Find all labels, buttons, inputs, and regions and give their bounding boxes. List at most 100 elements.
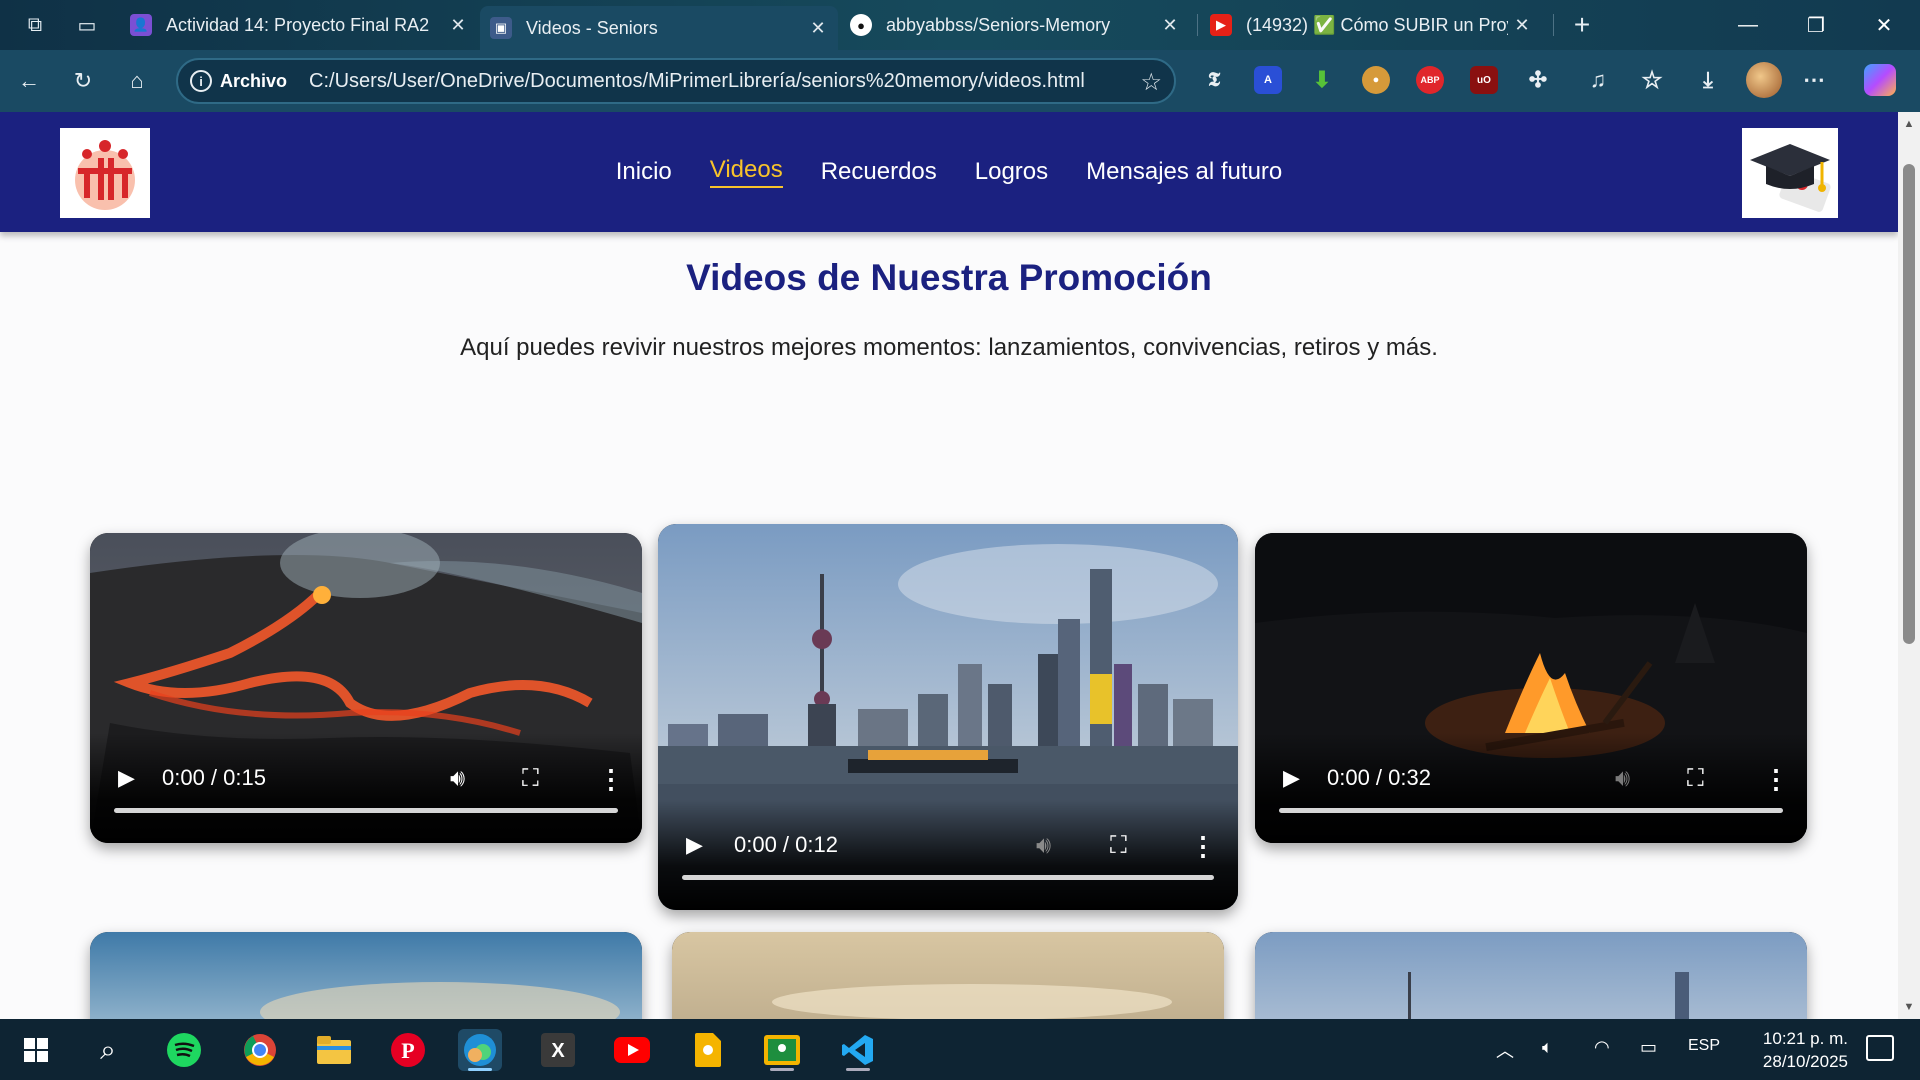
volume-muted-icon[interactable]: 🔊︎ <box>1036 832 1051 860</box>
more-options-icon[interactable]: ⋮ <box>1763 764 1789 795</box>
home-icon[interactable]: ⌂ <box>120 64 154 98</box>
windows-start-icon[interactable] <box>14 1029 58 1071</box>
language-indicator[interactable]: ESP <box>1688 1037 1720 1055</box>
spotify-icon[interactable] <box>162 1029 206 1071</box>
battery-icon[interactable]: ▭ <box>1640 1037 1657 1058</box>
close-icon[interactable]: ✕ <box>1156 15 1184 36</box>
tab-github[interactable]: ● abbyabbss/Seniors-Memory ✕ <box>840 6 1190 44</box>
x-icon[interactable]: X <box>536 1029 580 1071</box>
wifi-icon[interactable]: ◠ <box>1594 1037 1610 1058</box>
edge-icon[interactable] <box>458 1029 502 1071</box>
window-close-icon[interactable]: ✕ <box>1854 0 1914 50</box>
tab-youtube[interactable]: ▶ (14932) ✅ Cómo SUBIR un Proye ✕ <box>1200 6 1542 44</box>
youtube-icon[interactable] <box>610 1029 654 1071</box>
favorite-star-icon[interactable]: ☆ <box>1140 68 1162 97</box>
puzzle-icon[interactable]: ✣ <box>1524 66 1552 94</box>
video-progress-bar[interactable] <box>1279 808 1783 813</box>
fullscreen-icon[interactable]: ⛶ <box>522 765 539 793</box>
nav-mensajes-al-futuro[interactable]: Mensajes al futuro <box>1086 158 1282 186</box>
nav-inicio[interactable]: Inicio <box>616 158 672 186</box>
address-url[interactable]: C:/Users/User/OneDrive/Documentos/MiPrim… <box>309 70 1085 93</box>
more-options-icon[interactable]: ⋮ <box>598 764 624 795</box>
search-icon[interactable]: ⌕ <box>86 1029 130 1071</box>
more-menu-icon[interactable]: ⋯ <box>1800 66 1828 94</box>
video-player-row2-2[interactable] <box>672 932 1224 1019</box>
site-navbar: Inicio Videos Recuerdos Logros Mensajes … <box>0 112 1898 232</box>
adblock-icon[interactable]: ABP <box>1416 66 1444 94</box>
play-icon[interactable]: ▶ <box>118 765 135 791</box>
github-icon: ● <box>850 14 872 36</box>
play-icon[interactable]: ▶ <box>1283 765 1300 791</box>
app-running-indicator <box>846 1068 870 1071</box>
nav-videos[interactable]: Videos <box>709 156 783 188</box>
nav-logros[interactable]: Logros <box>975 158 1048 186</box>
windows-taskbar: ⌕ P X ︿ 🔈︎ ◠ ▭ ESP 10:21 p. m. 28/10/202… <box>0 1019 1920 1080</box>
workspaces-icon[interactable]: ⧉ <box>20 10 50 40</box>
copilot-icon[interactable] <box>1864 64 1896 96</box>
classroom-icon[interactable] <box>760 1029 804 1071</box>
system-clock[interactable]: 10:21 p. m. 28/10/2025 <box>1763 1027 1848 1073</box>
video-controls: ▶ 0:00 / 0:15 🔊︎ ⛶ ⋮ <box>90 733 642 843</box>
more-options-icon[interactable]: ⋮ <box>1190 831 1216 862</box>
notifications-icon[interactable] <box>1866 1035 1894 1061</box>
download-icon[interactable]: ⬇ <box>1308 66 1336 94</box>
chrome-icon[interactable] <box>238 1029 282 1071</box>
teams-icon: 👤 <box>130 14 152 36</box>
graduation-cap-logo <box>1742 128 1838 218</box>
translate-icon[interactable]: A <box>1254 66 1282 94</box>
tray-overflow-icon[interactable]: ︿ <box>1496 1037 1514 1063</box>
page-scrollbar[interactable]: ▲ ▼ <box>1898 112 1920 1019</box>
vertical-tabs-icon[interactable]: ▭ <box>72 10 102 40</box>
fullscreen-icon[interactable]: ⛶ <box>1110 832 1127 860</box>
close-icon[interactable]: ✕ <box>444 15 472 36</box>
keep-icon[interactable] <box>686 1029 730 1071</box>
video-thumbnail-skyline-2 <box>1255 932 1807 1019</box>
video-progress-bar[interactable] <box>682 875 1214 880</box>
favorites-icon[interactable]: ☆ <box>1638 66 1666 94</box>
refresh-icon[interactable]: ↻ <box>66 64 100 98</box>
clock-time: 10:21 p. m. <box>1762 1029 1848 1048</box>
media-control-icon[interactable]: ♫ <box>1584 66 1612 94</box>
tab-title: Actividad 14: Proyecto Final RA2 <box>166 14 430 35</box>
fullscreen-icon[interactable]: ⛶ <box>1687 765 1704 793</box>
video-player-skyline[interactable]: ▶ 0:00 / 0:12 🔊︎ ⛶ ⋮ <box>658 524 1238 910</box>
video-progress-bar[interactable] <box>114 808 618 813</box>
cookie-icon[interactable]: ● <box>1362 66 1390 94</box>
video-controls: ▶ 0:00 / 0:12 🔊︎ ⛶ ⋮ <box>658 800 1238 910</box>
tab-actividad-14[interactable]: 👤 Actividad 14: Proyecto Final RA2 ✕ <box>120 6 478 44</box>
tab-separator <box>1553 14 1554 36</box>
pinterest-icon[interactable]: P <box>386 1029 430 1071</box>
scroll-down-icon[interactable]: ▼ <box>1903 1001 1915 1013</box>
video-player-row2-3[interactable] <box>1255 932 1807 1019</box>
scroll-thumb[interactable] <box>1903 164 1915 644</box>
youtube-icon: ▶ <box>1210 14 1232 36</box>
video-player-volcano[interactable]: ▶ 0:00 / 0:15 🔊︎ ⛶ ⋮ <box>90 533 642 843</box>
minimize-icon[interactable]: — <box>1718 0 1778 50</box>
tab-title: Videos - Seniors <box>526 17 658 38</box>
play-icon[interactable]: ▶ <box>686 832 703 858</box>
scroll-up-icon[interactable]: ▲ <box>1903 118 1915 130</box>
reading-mode-icon[interactable]: 𝕿 <box>1200 66 1228 94</box>
downloads-icon[interactable]: ⤓ <box>1694 66 1722 94</box>
vscode-icon[interactable] <box>836 1029 880 1071</box>
back-icon[interactable]: ← <box>12 64 46 98</box>
address-bar[interactable]: i Archivo C:/Users/User/OneDrive/Documen… <box>176 58 1176 104</box>
restore-icon[interactable]: ❐ <box>1786 0 1846 50</box>
close-icon[interactable]: ✕ <box>1508 15 1536 36</box>
new-tab-button[interactable]: + <box>1567 9 1597 40</box>
video-time: 0:00 / 0:12 <box>734 832 838 857</box>
speaker-icon[interactable]: 🔈︎ <box>1542 1037 1553 1058</box>
video-player-row2-1[interactable] <box>90 932 642 1019</box>
video-player-campfire[interactable]: ▶ 0:00 / 0:32 🔊︎ ⛶ ⋮ <box>1255 533 1807 843</box>
volume-muted-icon[interactable]: 🔊︎ <box>1615 765 1630 793</box>
info-icon[interactable]: i <box>190 70 212 92</box>
ublock-icon[interactable]: uO <box>1470 66 1498 94</box>
video-time: 0:00 / 0:15 <box>162 765 266 790</box>
profile-avatar[interactable] <box>1746 62 1782 98</box>
nav-recuerdos[interactable]: Recuerdos <box>821 158 937 186</box>
tab-title: abbyabbss/Seniors-Memory <box>886 14 1111 35</box>
close-icon[interactable]: ✕ <box>804 18 832 39</box>
volume-icon[interactable]: 🔊︎ <box>450 765 465 793</box>
file-explorer-icon[interactable] <box>312 1029 356 1071</box>
tab-videos-seniors[interactable]: ▣ Videos - Seniors ✕ <box>480 6 838 50</box>
